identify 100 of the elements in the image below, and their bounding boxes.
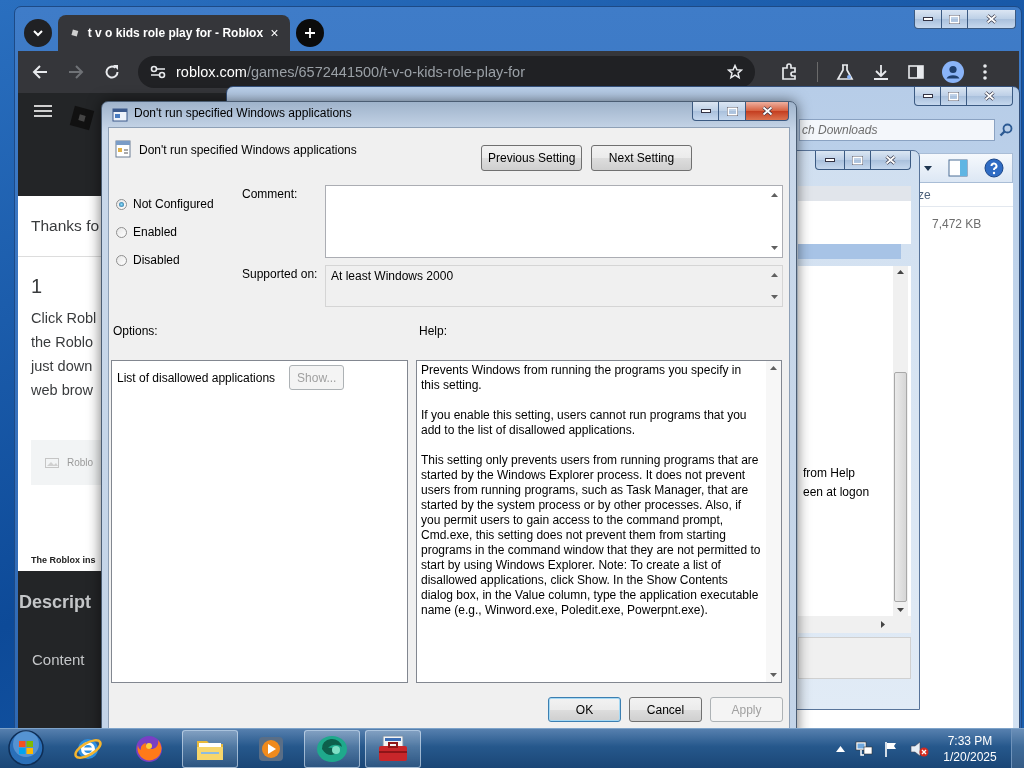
scroll-up-icon[interactable] [897, 270, 904, 274]
description-text: from Help [803, 465, 855, 482]
file-label: Roblo [67, 457, 94, 468]
scroll-down-icon[interactable] [771, 295, 778, 299]
forward-icon[interactable] [68, 64, 84, 80]
radio-button[interactable] [116, 198, 127, 210]
plus-icon [304, 27, 316, 39]
close-button[interactable] [871, 151, 911, 170]
chevron-up-icon[interactable] [836, 745, 845, 752]
speaker-icon[interactable] [909, 740, 929, 757]
taskbar-button[interactable] [365, 729, 421, 768]
ok-button[interactable]: OK [548, 697, 621, 722]
scroll-right-icon[interactable] [881, 621, 885, 628]
play-icon [257, 734, 285, 763]
reload-icon[interactable] [104, 64, 120, 80]
radio-button[interactable] [116, 226, 127, 238]
browser-tab[interactable]: t v o kids role play for - Roblox [58, 15, 290, 51]
maximize-button[interactable] [941, 87, 967, 106]
maximize-button[interactable] [719, 102, 746, 121]
site-settings-icon[interactable] [150, 65, 166, 79]
option-label: List of disallowed applications [117, 371, 276, 385]
minimize-button[interactable] [914, 10, 942, 29]
search-icon[interactable] [999, 123, 1013, 137]
maximize-button[interactable] [845, 151, 871, 170]
clock-time[interactable]: 7:33 PM [947, 732, 993, 749]
section-heading: Descript [19, 592, 92, 613]
help-text: This setting only prevents users from running programs that are started by the Windows Explorer process. It does not prevent users from running programs, such as Task Manager, that are started by the system process or by other processes. Also, if you permit users to gain access to the command prompt, Cmd.exe, this setting does not prevent them from starting programs in the command window that they are not permitted to start by using Windows Explorer. Note: To create a list of disallowed applications, click Show. In the Show Contents dialog box, in the Value column, type the application executable name (e.g., Winword.exe, Poledit.exe, Powerpnt.exe). [421, 453, 762, 618]
close-button[interactable] [968, 10, 1016, 29]
maximize-button[interactable] [942, 10, 968, 29]
close-icon [986, 14, 997, 24]
close-icon[interactable] [271, 28, 278, 38]
dialog-button[interactable]: Cancel [629, 697, 702, 722]
supported-field: At least Windows 2000 [325, 265, 783, 307]
field-label: Supported on: [241, 266, 319, 283]
radio-label[interactable]: Disabled [133, 253, 180, 267]
minimize-icon [700, 109, 711, 113]
network-icon[interactable] [855, 740, 873, 757]
scroll-down-icon[interactable] [771, 246, 778, 250]
radio-button[interactable] [116, 254, 127, 266]
restore-icon [949, 14, 960, 24]
back-icon[interactable] [32, 64, 48, 80]
description-text: een at logon [803, 484, 870, 501]
side-panel-icon[interactable] [908, 64, 924, 80]
close-icon [885, 155, 896, 165]
restore-icon [948, 91, 959, 101]
step-number: 1 [31, 275, 43, 298]
taskbar-button[interactable] [182, 729, 238, 768]
heading: Thanks fo [31, 217, 100, 235]
clock-date[interactable]: 1/20/2025 [943, 748, 997, 765]
search-field[interactable]: ch Downloads [799, 119, 995, 141]
section-label: Options: [113, 324, 159, 340]
nav-button[interactable]: Next Setting [591, 145, 692, 171]
new-tab-button[interactable] [296, 19, 324, 47]
window-title: Don't run specified Windows applications [134, 105, 352, 120]
radio-label[interactable]: Enabled [133, 225, 178, 239]
star-icon[interactable] [727, 64, 743, 80]
taskbar-button[interactable] [304, 729, 360, 768]
restore-icon [726, 106, 738, 116]
step-text: the Roblo [31, 333, 94, 352]
help-text: Prevents Windows from running the programs you specify in this setting. [421, 363, 743, 393]
disc-icon [316, 734, 348, 763]
setting-name: Don't run specified Windows applications [139, 143, 357, 157]
flask-icon[interactable] [836, 63, 854, 81]
step-text: Click Robl [31, 309, 97, 328]
policy-icon [115, 140, 131, 158]
scrollbar[interactable] [893, 266, 908, 616]
window-icon [112, 107, 128, 122]
start-button[interactable] [6, 728, 46, 768]
step-text: web brow [31, 381, 94, 400]
chevron-down-icon [32, 27, 44, 39]
help-icon[interactable] [984, 158, 1004, 178]
puzzle-icon[interactable] [781, 63, 799, 81]
close-button[interactable] [746, 102, 789, 121]
minimize-button[interactable] [692, 102, 719, 121]
address-field[interactable]: roblox.com/games/6572441500/t-v-o-kids-role-play-for [138, 56, 755, 88]
scroll-up-icon[interactable] [770, 366, 777, 370]
scroll-up-icon[interactable] [771, 273, 778, 277]
scroll-down-icon[interactable] [897, 608, 904, 612]
flag-icon[interactable] [883, 740, 899, 757]
globe-icon [134, 733, 164, 764]
close-button[interactable] [967, 87, 1013, 106]
menu-icon[interactable] [33, 103, 53, 119]
minimize-icon [922, 94, 933, 98]
tab-list-button[interactable] [24, 19, 52, 47]
toolbox-icon [377, 733, 409, 764]
section-label: Help: [419, 324, 448, 340]
close-icon [761, 106, 773, 116]
more-menu-icon[interactable] [982, 63, 988, 81]
dropdown-arrow-icon[interactable] [924, 165, 932, 171]
scrollbar[interactable] [766, 361, 781, 682]
horizontal-scrollbar[interactable] [798, 616, 911, 633]
scroll-down-icon[interactable] [770, 673, 777, 677]
download-icon[interactable] [872, 63, 890, 81]
minimize-button[interactable] [815, 151, 845, 170]
radio-label[interactable]: Not Configured [133, 197, 214, 211]
minimize-button[interactable] [914, 87, 941, 106]
comment-field[interactable] [325, 185, 783, 258]
avatar-icon[interactable] [942, 61, 964, 83]
nav-button[interactable]: Previous Setting [481, 145, 582, 171]
scrollbar-thumb[interactable] [894, 372, 907, 602]
